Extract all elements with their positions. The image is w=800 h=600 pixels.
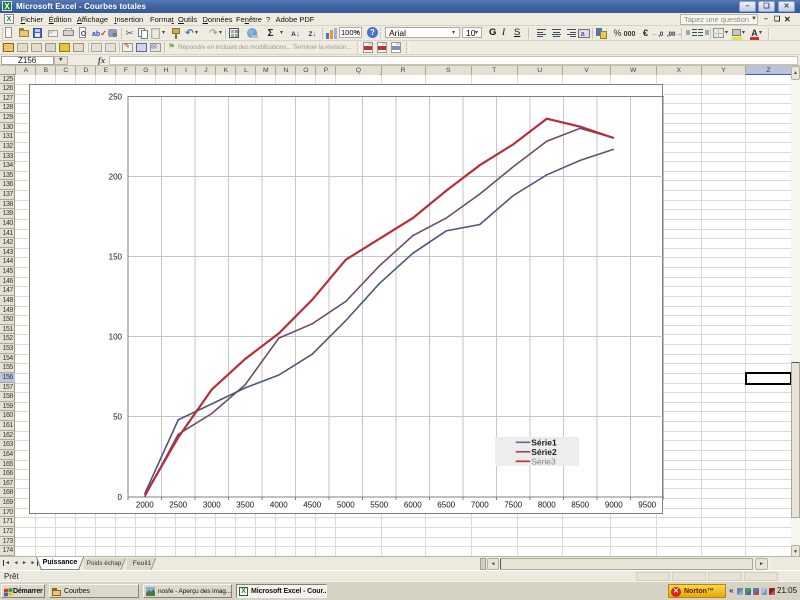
svg-text:3000: 3000 — [203, 500, 221, 509]
svg-text:7000: 7000 — [471, 500, 489, 509]
svg-text:Série2: Série2 — [531, 447, 557, 457]
svg-text:8000: 8000 — [538, 500, 556, 509]
svg-text:5500: 5500 — [370, 500, 388, 509]
svg-text:9000: 9000 — [605, 500, 623, 509]
svg-text:7500: 7500 — [504, 500, 522, 509]
svg-text:2500: 2500 — [169, 500, 187, 509]
svg-text:150: 150 — [108, 253, 122, 262]
svg-text:50: 50 — [113, 413, 122, 422]
svg-text:0: 0 — [117, 493, 122, 502]
svg-text:4500: 4500 — [303, 500, 321, 509]
svg-text:3500: 3500 — [236, 500, 254, 509]
svg-text:Série1: Série1 — [531, 437, 557, 447]
svg-text:8500: 8500 — [571, 500, 589, 509]
svg-text:4000: 4000 — [270, 500, 288, 509]
svg-text:5000: 5000 — [337, 500, 355, 509]
svg-text:250: 250 — [108, 92, 122, 101]
svg-text:6500: 6500 — [437, 500, 455, 509]
svg-text:Série3: Série3 — [531, 456, 556, 466]
svg-text:200: 200 — [108, 173, 122, 182]
svg-text:6000: 6000 — [404, 500, 422, 509]
svg-text:100: 100 — [108, 333, 122, 342]
svg-text:2000: 2000 — [136, 500, 154, 509]
svg-text:9500: 9500 — [638, 500, 656, 509]
